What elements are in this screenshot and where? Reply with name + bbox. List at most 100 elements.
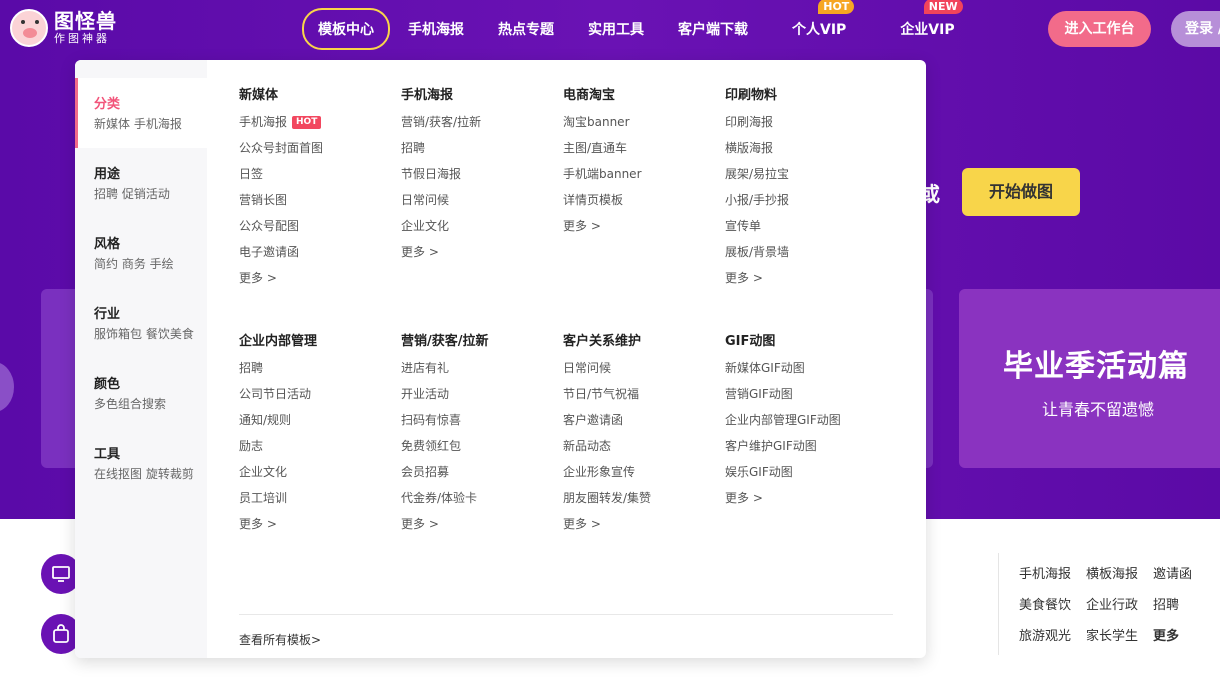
column-link[interactable]: 招聘: [401, 140, 551, 166]
workbench-button[interactable]: 进入工作台: [1048, 11, 1151, 47]
logo[interactable]: 图怪兽 作图神器: [10, 9, 117, 47]
column-link[interactable]: 营销长图: [239, 192, 389, 218]
column-link[interactable]: 日签: [239, 166, 389, 192]
column-more-link[interactable]: 更多 >: [725, 490, 875, 516]
column-link[interactable]: 员工培训: [239, 490, 389, 516]
nav-enterprise-vip-label: 企业VIP: [900, 22, 954, 38]
nav-client-download[interactable]: 客户端下载: [678, 19, 748, 39]
column-link[interactable]: 开业活动: [401, 386, 551, 412]
column-link[interactable]: 进店有礼: [401, 360, 551, 386]
column-more-link[interactable]: 更多 >: [563, 516, 713, 542]
column-link[interactable]: 展板/背景墙: [725, 244, 875, 270]
quick-tags: 手机海报 横板海报 邀请函 美食餐饮 企业行政 招聘 旅游观光 家长学生 更多: [1019, 565, 1219, 658]
column-link[interactable]: 新品动态: [563, 438, 713, 464]
column-title[interactable]: 企业内部管理: [239, 334, 389, 350]
column-title[interactable]: GIF动图: [725, 334, 875, 350]
tag-link[interactable]: 美食餐饮: [1019, 596, 1071, 627]
column-link[interactable]: 印刷海报: [725, 114, 875, 140]
column-link[interactable]: 详情页模板: [563, 192, 713, 218]
sidebar-item-category[interactable]: 分类 新媒体 手机海报: [75, 78, 207, 148]
column-link[interactable]: 免费领红包: [401, 438, 551, 464]
column-more-link[interactable]: 更多 >: [401, 516, 551, 542]
column-more-link[interactable]: 更多 >: [239, 270, 389, 296]
column-link[interactable]: 励志: [239, 438, 389, 464]
column-link[interactable]: 会员招募: [401, 464, 551, 490]
main-nav: 模板中心 手机海报 热点专题 实用工具 客户端下载 个人VIP HOT 企业VI…: [302, 9, 955, 49]
column-link[interactable]: 小报/手抄报: [725, 192, 875, 218]
header: 图怪兽 作图神器 模板中心 手机海报 热点专题 实用工具 客户端下载 个人VIP…: [0, 0, 1220, 58]
column-link[interactable]: 宣传单: [725, 218, 875, 244]
hot-badge: HOT: [818, 0, 854, 14]
column-link[interactable]: 企业文化: [239, 464, 389, 490]
sidebar-item-usage[interactable]: 用途 招聘 促销活动: [75, 148, 207, 218]
tag-link[interactable]: 家长学生: [1086, 627, 1138, 658]
column-more-link[interactable]: 更多 >: [725, 270, 875, 296]
column-link[interactable]: 节日/节气祝福: [563, 386, 713, 412]
view-all-templates-link[interactable]: 查看所有模板>: [239, 631, 321, 648]
column-link[interactable]: 新媒体GIF动图: [725, 360, 875, 386]
column-link[interactable]: 日常问候: [401, 192, 551, 218]
tag-divider: [998, 553, 999, 655]
column-link[interactable]: 扫码有惊喜: [401, 412, 551, 438]
sidebar-item-industry[interactable]: 行业 服饰箱包 餐饮美食: [75, 288, 207, 358]
column-title[interactable]: 电商淘宝: [563, 88, 713, 104]
column-link[interactable]: 代金券/体验卡: [401, 490, 551, 516]
column-link[interactable]: 主图/直通车: [563, 140, 713, 166]
start-design-button[interactable]: 开始做图: [962, 168, 1080, 216]
column-more-link[interactable]: 更多 >: [563, 218, 713, 244]
column-link[interactable]: 企业文化: [401, 218, 551, 244]
column-link[interactable]: 客户维护GIF动图: [725, 438, 875, 464]
login-button[interactable]: 登录 /: [1171, 11, 1220, 47]
column-link[interactable]: 手机端banner: [563, 166, 713, 192]
nav-template-center[interactable]: 模板中心: [302, 8, 390, 50]
column-link[interactable]: 淘宝banner: [563, 114, 713, 140]
column-link[interactable]: 公众号封面首图: [239, 140, 389, 166]
tag-link[interactable]: 招聘: [1153, 596, 1179, 627]
column-link[interactable]: 朋友圈转发/集赞: [563, 490, 713, 516]
tag-link[interactable]: 旅游观光: [1019, 627, 1071, 658]
column-link[interactable]: 通知/规则: [239, 412, 389, 438]
tag-link[interactable]: 手机海报: [1019, 565, 1071, 596]
nav-personal-vip-label: 个人VIP: [792, 22, 846, 38]
column-link[interactable]: 手机海报HOT: [239, 114, 389, 140]
panel-divider: [239, 614, 893, 615]
column-link[interactable]: 电子邀请函: [239, 244, 389, 270]
column-link[interactable]: 娱乐GIF动图: [725, 464, 875, 490]
column-link[interactable]: 日常问候: [563, 360, 713, 386]
column-link[interactable]: 公众号配图: [239, 218, 389, 244]
column-link[interactable]: 展架/易拉宝: [725, 166, 875, 192]
tag-more-link[interactable]: 更多: [1153, 627, 1179, 658]
column-title[interactable]: 新媒体: [239, 88, 389, 104]
banner-card-title: 毕业季活动篇: [1003, 341, 1189, 385]
column-link[interactable]: 企业内部管理GIF动图: [725, 412, 875, 438]
column-link[interactable]: 节假日海报: [401, 166, 551, 192]
column-link[interactable]: 客户邀请函: [563, 412, 713, 438]
column-more-link[interactable]: 更多 >: [401, 244, 551, 270]
banner-card-graduation[interactable]: 毕业季活动篇 让青春不留遗憾: [959, 289, 1220, 468]
column-mobile-poster: 手机海报 营销/获客/拉新 招聘 节假日海报 日常问候 企业文化 更多 >: [401, 88, 551, 270]
nav-personal-vip[interactable]: 个人VIP HOT: [792, 19, 846, 39]
tag-link[interactable]: 企业行政: [1086, 596, 1138, 627]
column-link[interactable]: 横版海报: [725, 140, 875, 166]
column-marketing: 营销/获客/拉新 进店有礼 开业活动 扫码有惊喜 免费领红包 会员招募 代金券/…: [401, 334, 551, 542]
column-title[interactable]: 印刷物料: [725, 88, 875, 104]
column-link[interactable]: 招聘: [239, 360, 389, 386]
column-link[interactable]: 营销/获客/拉新: [401, 114, 551, 140]
tag-link[interactable]: 邀请函: [1153, 565, 1192, 596]
nav-tools[interactable]: 实用工具: [588, 19, 644, 39]
tag-link[interactable]: 横板海报: [1086, 565, 1138, 596]
column-title[interactable]: 手机海报: [401, 88, 551, 104]
column-internal-management: 企业内部管理 招聘 公司节日活动 通知/规则 励志 企业文化 员工培训 更多 >: [239, 334, 389, 542]
sidebar-item-style[interactable]: 风格 简约 商务 手绘: [75, 218, 207, 288]
nav-enterprise-vip[interactable]: 企业VIP NEW: [900, 19, 954, 39]
nav-hot-topics[interactable]: 热点专题: [498, 19, 554, 39]
sidebar-item-color[interactable]: 颜色 多色组合搜索: [75, 358, 207, 428]
column-title[interactable]: 营销/获客/拉新: [401, 334, 551, 350]
sidebar-item-tools[interactable]: 工具 在线抠图 旋转裁剪: [75, 428, 207, 498]
column-title[interactable]: 客户关系维护: [563, 334, 713, 350]
nav-mobile-poster[interactable]: 手机海报: [408, 19, 464, 39]
column-link[interactable]: 企业形象宣传: [563, 464, 713, 490]
column-link[interactable]: 营销GIF动图: [725, 386, 875, 412]
column-more-link[interactable]: 更多 >: [239, 516, 389, 542]
column-link[interactable]: 公司节日活动: [239, 386, 389, 412]
